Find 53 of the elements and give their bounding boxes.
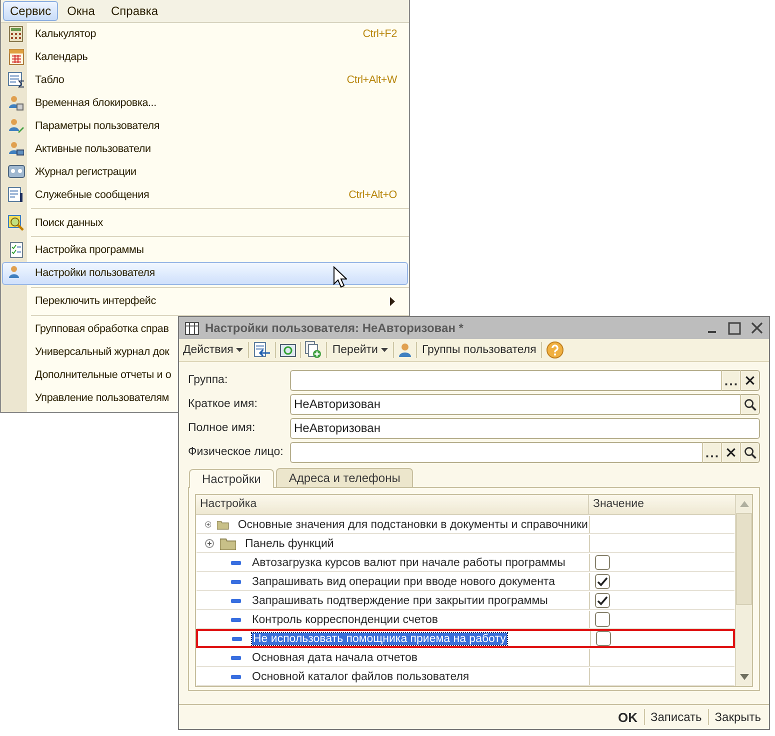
- menu-bar-item[interactable]: Справка: [104, 1, 166, 21]
- table-row[interactable]: Запрашивать подтверждение при закрытии программы: [196, 591, 735, 610]
- tab[interactable]: Настройки: [189, 469, 274, 488]
- setting-name: Основные значения для подстановки в документы и справочники: [236, 518, 589, 530]
- dropdown-button[interactable]: Перейти: [331, 344, 389, 356]
- dialog-button[interactable]: Закрыть: [712, 710, 763, 724]
- tab[interactable]: Адреса и телефоны: [276, 468, 414, 487]
- column-header[interactable]: Настройка: [196, 495, 589, 514]
- menu-item[interactable]: Временная блокировка...: [2, 92, 408, 115]
- setting-name: Автозагрузка курсов валют при начале работы программы: [251, 556, 566, 568]
- setting-name: Панель функций: [244, 538, 335, 550]
- menu-item[interactable]: Журнал регистрации: [2, 160, 408, 184]
- table-row[interactable]: Основные значения для подстановки в документы и справочники: [196, 515, 735, 534]
- table-row[interactable]: Не использовать помощника приема на работу: [196, 629, 735, 648]
- table-row[interactable]: Контроль корреспонденции счетов: [196, 610, 735, 629]
- menu-item[interactable]: Переключить интерфейс: [2, 290, 408, 313]
- table-row[interactable]: Автозагрузка курсов валют при начале работы программы: [196, 553, 735, 572]
- menu-bar-item[interactable]: Сервис: [3, 1, 58, 21]
- menu-item[interactable]: Калькулятор Ctrl+F2: [2, 23, 408, 46]
- menu-item[interactable]: Табло Ctrl+Alt+W: [2, 68, 408, 92]
- menu-item[interactable]: Настройки пользователя: [2, 262, 408, 285]
- input-field[interactable]: НеАвторизован: [290, 394, 740, 414]
- setting-name: Основной каталог файлов пользователя: [251, 670, 470, 682]
- dialog-button[interactable]: Записать: [648, 710, 704, 724]
- table-row[interactable]: Основная дата начала отчетов: [196, 648, 735, 667]
- setting-name: Контроль корреспонденции счетов: [251, 614, 439, 626]
- menu-item[interactable]: Календарь: [2, 46, 408, 69]
- setting-name: Не использовать помощника приема на работу: [252, 632, 507, 644]
- menu-item[interactable]: Настройка программы: [2, 239, 408, 262]
- shortcut-text: Ctrl+Alt+O: [348, 188, 397, 201]
- toolbar-button[interactable]: Группы пользователя: [420, 344, 538, 356]
- window-title: Настройки пользователя: НеАвторизован *: [205, 321, 464, 335]
- setting-name: Запрашивать вид операции при вводе нового документа: [251, 576, 556, 588]
- column-header[interactable]: Значение: [589, 495, 735, 514]
- field-label: Полное имя:: [188, 422, 256, 434]
- setting-name: Основная дата начала отчетов: [251, 652, 419, 664]
- menu-item[interactable]: Поиск данных: [2, 211, 408, 234]
- field-label: Физическое лицо:: [188, 446, 284, 458]
- table-row[interactable]: Основной каталог файлов пользователя: [196, 667, 735, 686]
- menu-bar-item[interactable]: Окна: [60, 1, 102, 21]
- menu-item[interactable]: Служебные сообщения Ctrl+Alt+O: [2, 183, 408, 206]
- setting-name: Запрашивать подтверждение при закрытии программы: [251, 594, 549, 606]
- shortcut-text: Ctrl+F2: [362, 28, 397, 40]
- shortcut-text: Ctrl+Alt+W: [346, 74, 397, 86]
- table-row[interactable]: Панель функций: [196, 534, 735, 553]
- dropdown-button[interactable]: Действия: [182, 344, 244, 356]
- input-field[interactable]: НеАвторизован: [290, 418, 760, 438]
- field-label: Краткое имя:: [188, 398, 258, 410]
- menu-item[interactable]: Активные пользователи: [2, 137, 408, 160]
- menu-item[interactable]: Параметры пользователя: [2, 114, 408, 138]
- table-row[interactable]: Запрашивать вид операции при вводе нового документа: [196, 572, 735, 591]
- dialog-button[interactable]: OK: [616, 710, 640, 724]
- field-label: Группа:: [188, 374, 229, 386]
